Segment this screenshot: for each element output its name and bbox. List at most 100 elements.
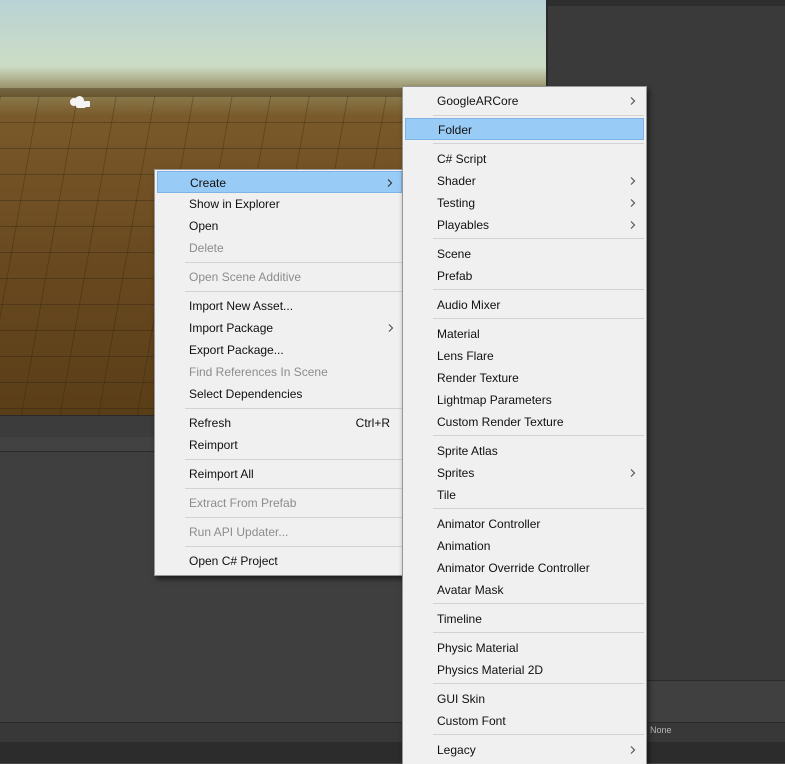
chevron-right-icon — [630, 469, 636, 477]
menu-separator — [185, 459, 402, 460]
chevron-right-icon — [387, 179, 393, 187]
menu-item-label: Show in Explorer — [189, 197, 280, 211]
menu-item-label: Folder — [438, 123, 473, 137]
create-item-sprites[interactable]: Sprites — [405, 462, 644, 484]
create-item-tile[interactable]: Tile — [405, 484, 644, 506]
chevron-right-icon — [630, 746, 636, 754]
menu-separator — [185, 262, 402, 263]
menu-separator — [185, 488, 402, 489]
menu-item-label: Render Texture — [437, 371, 519, 385]
chevron-right-icon — [388, 324, 394, 332]
menu-separator — [433, 318, 644, 319]
create-item-custom-render-texture[interactable]: Custom Render Texture — [405, 411, 644, 433]
create-item-avatar-mask[interactable]: Avatar Mask — [405, 579, 644, 601]
menu-separator — [185, 517, 402, 518]
menu-item-label: Material — [437, 327, 480, 341]
status-label: None — [650, 725, 672, 735]
create-item-shader[interactable]: Shader — [405, 170, 644, 192]
context-item-select-dependencies[interactable]: Select Dependencies — [157, 383, 402, 405]
context-item-show-in-explorer[interactable]: Show in Explorer — [157, 193, 402, 215]
inspector-lower-panel — [646, 680, 785, 723]
menu-item-label: Sprites — [437, 466, 475, 480]
menu-item-label: Custom Font — [437, 714, 506, 728]
create-item-animation[interactable]: Animation — [405, 535, 644, 557]
menu-item-label: Tile — [437, 488, 456, 502]
menu-item-label: Shader — [437, 174, 476, 188]
menu-item-label: Audio Mixer — [437, 298, 501, 312]
create-item-custom-font[interactable]: Custom Font — [405, 710, 644, 732]
menu-item-label: Open Scene Additive — [189, 270, 302, 284]
menu-separator — [433, 289, 644, 290]
menu-separator — [433, 115, 644, 116]
camera-gizmo-icon[interactable] — [70, 96, 90, 108]
menu-item-label: Open C# Project — [189, 554, 278, 568]
create-item-gui-skin[interactable]: GUI Skin — [405, 688, 644, 710]
create-item-testing[interactable]: Testing — [405, 192, 644, 214]
create-item-prefab[interactable]: Prefab — [405, 265, 644, 287]
menu-item-label: Delete — [189, 241, 224, 255]
context-item-reimport-all[interactable]: Reimport All — [157, 463, 402, 485]
menu-separator — [433, 435, 644, 436]
create-item-render-texture[interactable]: Render Texture — [405, 367, 644, 389]
menu-item-label: Reimport All — [189, 467, 254, 481]
menu-separator — [433, 603, 644, 604]
context-item-import-new-asset[interactable]: Import New Asset... — [157, 295, 402, 317]
context-item-open-scene-additive: Open Scene Additive — [157, 266, 402, 288]
menu-item-label: Custom Render Texture — [437, 415, 564, 429]
menu-separator — [433, 238, 644, 239]
create-item-folder[interactable]: Folder — [405, 118, 644, 140]
chevron-right-icon — [630, 177, 636, 185]
menu-item-label: Reimport — [189, 438, 238, 452]
menu-item-label: C# Script — [437, 152, 487, 166]
menu-item-label: Lightmap Parameters — [437, 393, 552, 407]
menu-item-label: Animator Override Controller — [437, 561, 590, 575]
menu-item-label: Prefab — [437, 269, 473, 283]
create-item-googlearcore[interactable]: GoogleARCore — [405, 90, 644, 112]
create-item-timeline[interactable]: Timeline — [405, 608, 644, 630]
menu-item-label: Timeline — [437, 612, 482, 626]
context-item-export-package[interactable]: Export Package... — [157, 339, 402, 361]
menu-separator — [185, 546, 402, 547]
context-item-extract-from-prefab: Extract From Prefab — [157, 492, 402, 514]
menu-separator — [185, 291, 402, 292]
chevron-right-icon — [630, 199, 636, 207]
create-item-physic-material[interactable]: Physic Material — [405, 637, 644, 659]
menu-separator — [433, 143, 644, 144]
menu-separator — [433, 734, 644, 735]
create-item-c-script[interactable]: C# Script — [405, 148, 644, 170]
menu-item-label: Legacy — [437, 743, 476, 757]
context-item-run-api-updater: Run API Updater... — [157, 521, 402, 543]
create-item-sprite-atlas[interactable]: Sprite Atlas — [405, 440, 644, 462]
menu-separator — [185, 408, 402, 409]
create-item-lens-flare[interactable]: Lens Flare — [405, 345, 644, 367]
menu-item-label: Animator Controller — [437, 517, 541, 531]
create-item-lightmap-parameters[interactable]: Lightmap Parameters — [405, 389, 644, 411]
menu-item-label: Refresh — [189, 416, 232, 430]
create-item-audio-mixer[interactable]: Audio Mixer — [405, 294, 644, 316]
context-item-refresh[interactable]: Refresh Ctrl+R — [157, 412, 402, 434]
create-item-playables[interactable]: Playables — [405, 214, 644, 236]
menu-item-label: Animation — [437, 539, 491, 553]
context-item-import-package[interactable]: Import Package — [157, 317, 402, 339]
chevron-right-icon — [630, 221, 636, 229]
menu-item-label: Select Dependencies — [189, 387, 303, 401]
create-item-physics-material-2d[interactable]: Physics Material 2D — [405, 659, 644, 681]
context-item-open-c-project[interactable]: Open C# Project — [157, 550, 402, 572]
menu-item-label: Find References In Scene — [189, 365, 328, 379]
create-item-legacy[interactable]: Legacy — [405, 739, 644, 761]
context-item-delete: Delete — [157, 237, 402, 259]
create-item-material[interactable]: Material — [405, 323, 644, 345]
menu-item-label: Run API Updater... — [189, 525, 289, 539]
menu-separator — [433, 683, 644, 684]
menu-item-label: GoogleARCore — [437, 94, 519, 108]
context-item-open[interactable]: Open — [157, 215, 402, 237]
menu-item-label: Testing — [437, 196, 476, 210]
create-item-scene[interactable]: Scene — [405, 243, 644, 265]
context-item-create[interactable]: Create — [157, 171, 402, 193]
menu-item-label: Scene — [437, 247, 472, 261]
context-item-reimport[interactable]: Reimport — [157, 434, 402, 456]
menu-item-label: Create — [190, 176, 227, 190]
create-item-animator-override-controller[interactable]: Animator Override Controller — [405, 557, 644, 579]
menu-item-label: Avatar Mask — [437, 583, 504, 597]
create-item-animator-controller[interactable]: Animator Controller — [405, 513, 644, 535]
